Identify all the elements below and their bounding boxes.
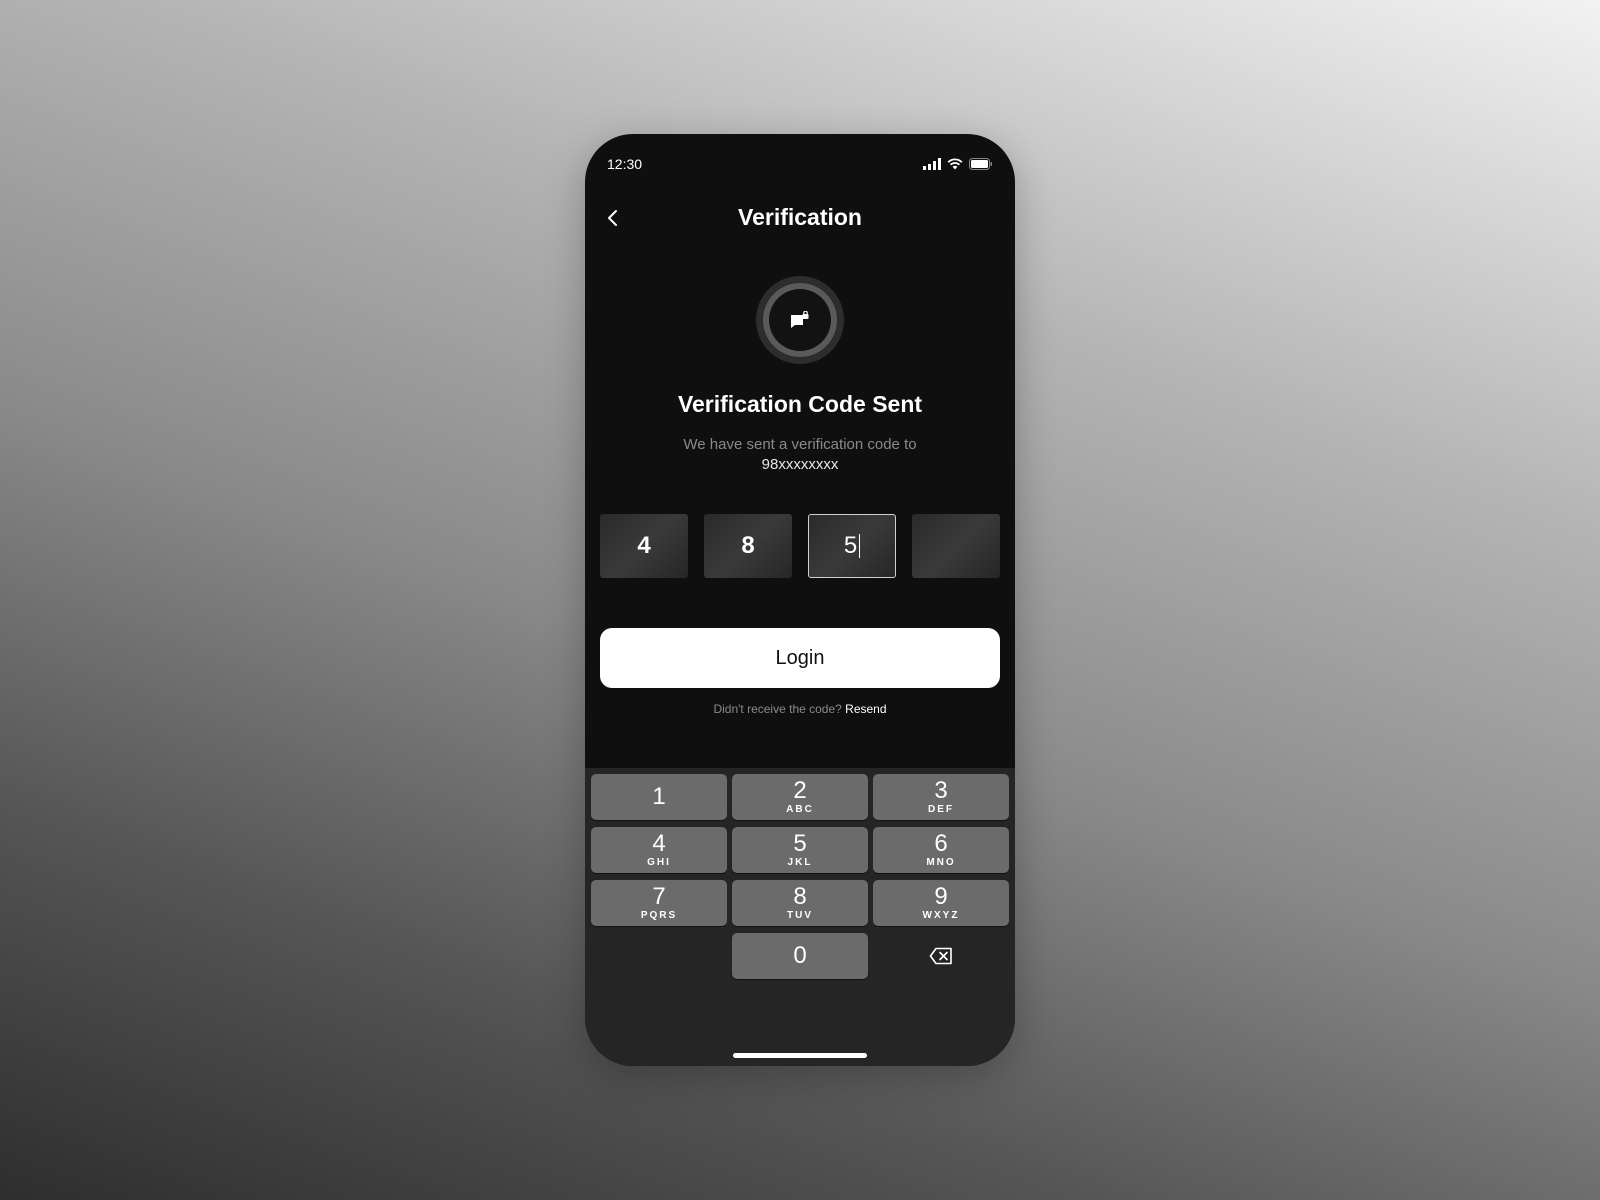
resend-link[interactable]: Resend	[845, 702, 886, 716]
key-2[interactable]: 2 ABC	[732, 774, 868, 820]
signal-icon	[923, 158, 941, 170]
headline: Verification Code Sent	[677, 391, 923, 417]
verification-badge	[756, 276, 844, 364]
status-time: 12:30	[607, 156, 643, 172]
otp-digit-box-active[interactable]: 5	[808, 514, 896, 578]
key-1[interactable]: 1	[591, 774, 727, 820]
otp-digit-box[interactable]: 8	[704, 514, 792, 578]
status-bar: 12:30	[585, 134, 1015, 194]
key-4[interactable]: 4 GHI	[591, 827, 727, 873]
numeric-keypad: 1 2 ABC 3 DEF 4 GHI 5 JKL 6 MNO 7 PQRS 8 TUV 9W…	[585, 768, 1015, 1066]
key-3[interactable]: 3 DEF	[873, 774, 1009, 820]
key-blank	[591, 933, 727, 979]
wifi-icon	[947, 158, 963, 170]
phone-number: 98xxxxxxxx	[761, 456, 839, 473]
phone-screen: 12:30 Verification Verification Code Sen…	[585, 134, 1015, 1066]
backspace-icon	[929, 947, 952, 965]
key-9[interactable]: 9 WXYZ	[873, 880, 1009, 926]
message-lock-icon	[791, 311, 809, 328]
delete-key[interactable]	[873, 933, 1009, 979]
otp-digit: 8	[741, 532, 755, 559]
page-title: Verification	[738, 204, 862, 230]
key-0[interactable]: 0	[732, 933, 868, 979]
text-caret	[859, 534, 861, 558]
status-icons	[923, 158, 993, 170]
otp-digit-box[interactable]	[912, 514, 1000, 578]
subtitle: We have sent a verification code to	[683, 436, 917, 453]
otp-digit-box[interactable]: 4	[600, 514, 688, 578]
otp-input-group: 4 8 5	[600, 514, 1000, 578]
otp-digit: 5	[843, 532, 858, 559]
key-8[interactable]: 8 TUV	[732, 880, 868, 926]
battery-icon	[969, 158, 992, 170]
key-6[interactable]: 6 MNO	[873, 827, 1009, 873]
resend-prompt: Didn't receive the code?	[713, 702, 842, 716]
key-7[interactable]: 7 PQRS	[591, 880, 727, 926]
home-indicator[interactable]	[733, 1053, 867, 1058]
resend-row: Didn't receive the code? Resend	[585, 702, 1015, 716]
otp-digit: 4	[637, 532, 651, 559]
login-button[interactable]: Login	[600, 628, 1000, 688]
key-5[interactable]: 5 JKL	[732, 827, 868, 873]
